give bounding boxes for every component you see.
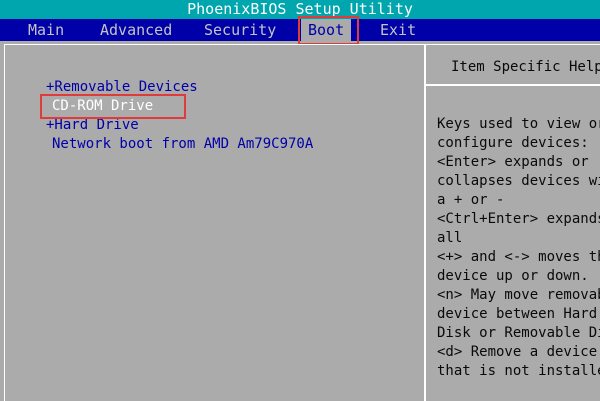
boot-item-hard-drive[interactable]: +Hard Drive [46,116,139,134]
help-line: <d> Remove a device [437,344,598,360]
menu-main[interactable]: Main [28,19,64,41]
help-line: a + or - [437,192,505,208]
boot-item-removable-devices[interactable]: +Removable Devices [46,78,198,96]
help-line: that is not installed. [437,363,600,379]
pane-divider [424,44,426,401]
help-line: Keys used to view or [437,116,600,132]
menu-security[interactable]: Security [204,19,276,41]
menu-boot[interactable]: Boot [301,19,352,41]
bios-title: PhoenixBIOS Setup Utility [0,0,600,19]
help-line: all [437,230,463,246]
help-line: device up or down. [437,268,589,284]
help-line: <Enter> expands or [437,154,589,170]
help-line: <Ctrl+Enter> expands [437,211,600,227]
boot-item-cd-rom-drive[interactable]: CD-ROM Drive [52,97,153,115]
help-line: configure devices: [437,135,589,151]
help-line: <+> and <-> moves the [437,249,600,265]
help-panel-title: Item Specific Help [426,44,600,86]
help-panel-body: Keys used to view or configure devices: … [437,115,600,381]
help-line: Disk or Removable Disk [437,325,600,341]
help-line: device between Hard [437,306,598,322]
menu-exit[interactable]: Exit [380,19,416,41]
help-line: <n> May move removable [437,287,600,303]
help-line: collapses devices with [437,173,600,189]
menu-advanced[interactable]: Advanced [100,19,172,41]
menu-bar: Main Advanced Security Boot Exit [0,19,600,41]
bios-screen: PhoenixBIOS Setup Utility Main Advanced … [0,0,600,401]
boot-item-network-boot[interactable]: Network boot from AMD Am79C970A [52,135,313,153]
